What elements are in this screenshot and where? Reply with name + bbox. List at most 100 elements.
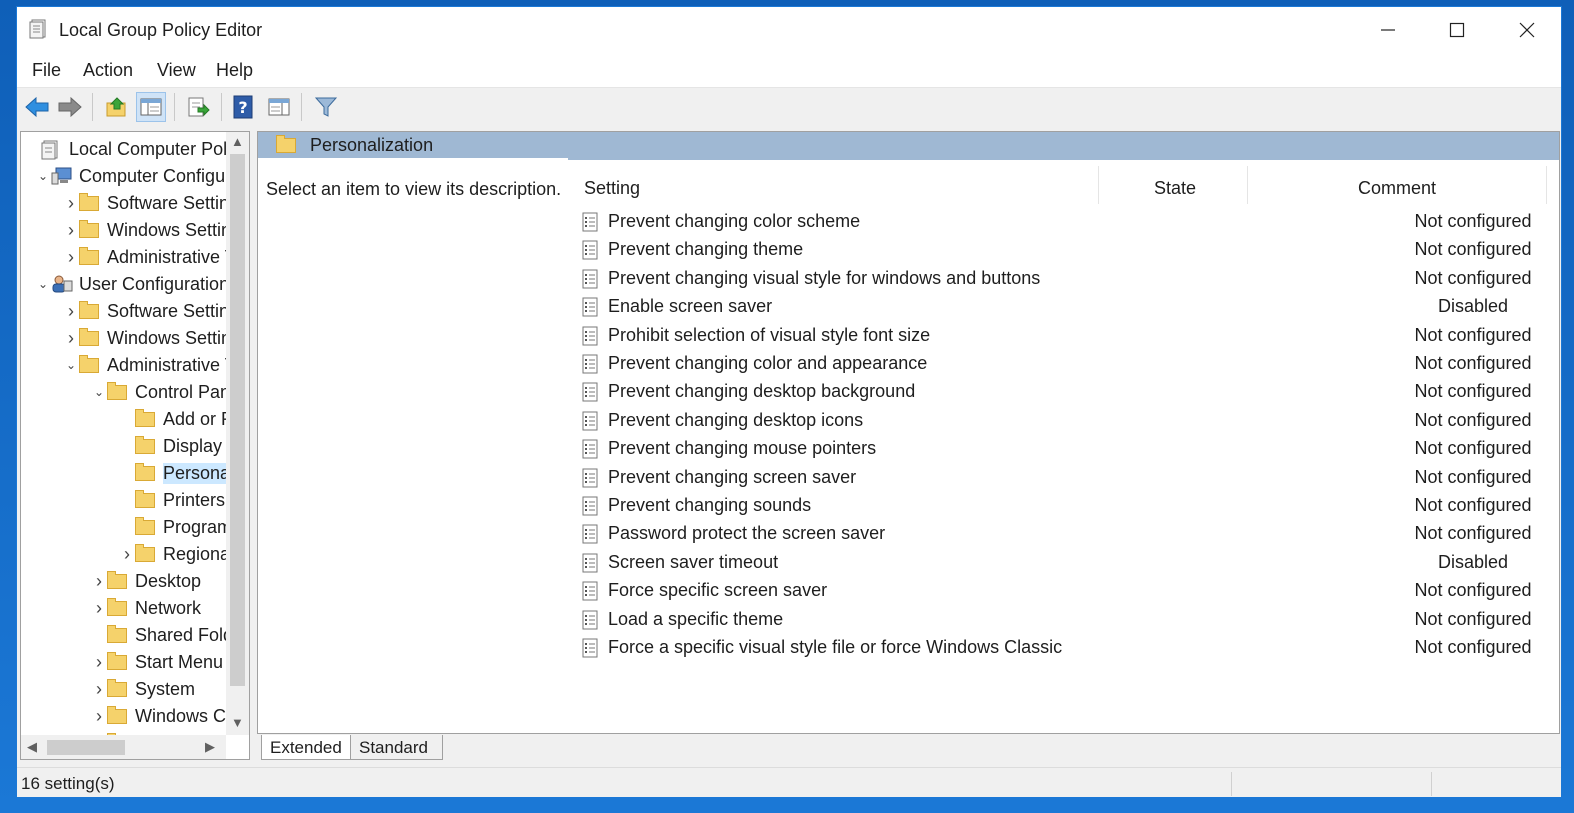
collapse-chevron-icon[interactable]: ⌄ [35, 169, 51, 183]
setting-row[interactable]: Force a specific visual style file or fo… [578, 634, 1538, 662]
tree-vertical-scrollbar[interactable]: ▲ ▼ [226, 132, 249, 735]
collapse-chevron-icon[interactable]: ⌄ [91, 385, 107, 399]
column-header-comment[interactable]: Comment [1358, 178, 1436, 199]
setting-state: Not configured [1414, 608, 1532, 629]
expand-chevron-icon[interactable]: › [91, 571, 107, 592]
scroll-left-icon[interactable]: ◀ [27, 739, 37, 755]
folder-icon [79, 301, 101, 320]
column-header-setting[interactable]: Setting [584, 178, 640, 199]
setting-row[interactable]: Prevent changing color and appearance Not… [578, 350, 1538, 378]
tree-node[interactable]: › Administrative Templates [63, 244, 226, 270]
tree-node[interactable]: ⌄ User Configuration [35, 271, 226, 297]
tab-standard[interactable]: Standard [351, 735, 443, 760]
menu-help[interactable]: Help [216, 60, 253, 81]
policy-doc-icon [29, 19, 46, 39]
tree-node[interactable]: › Windows Components [91, 703, 226, 729]
tree-node[interactable]: › Windows Settings [63, 217, 226, 243]
collapse-chevron-icon[interactable]: ⌄ [35, 277, 51, 291]
up-one-level-button[interactable] [102, 92, 132, 122]
filter-button[interactable] [311, 92, 341, 122]
setting-state: Not configured [1414, 381, 1532, 402]
close-button[interactable] [1492, 7, 1561, 53]
menu-view[interactable]: View [157, 60, 196, 81]
help-button[interactable]: ? [228, 92, 258, 122]
export-list-button[interactable] [183, 92, 213, 122]
expand-chevron-icon[interactable]: › [63, 328, 79, 349]
tree-node[interactable]: › Windows Settings [63, 325, 226, 351]
tree-node[interactable]: › Regional and Language Options [119, 541, 226, 567]
setting-row[interactable]: Prevent changing soundsNot configuredNo [578, 492, 1538, 520]
maximize-button[interactable] [1422, 7, 1492, 53]
tree-items: Local Computer Policy ⌄ Computer Configura… [21, 132, 226, 735]
tree-node[interactable]: Local Computer Policy [25, 136, 226, 162]
up-folder-icon [106, 97, 126, 117]
setting-row[interactable]: Prevent changing screen saver Not configu… [578, 464, 1538, 492]
scroll-up-icon[interactable]: ▲ [231, 134, 244, 149]
column-divider[interactable] [1247, 166, 1248, 204]
collapse-chevron-icon[interactable]: ⌄ [63, 358, 79, 372]
setting-row[interactable]: Prohibit selection of visual style font … [578, 322, 1538, 350]
setting-row[interactable]: Prevent changing desktop background Not c… [578, 378, 1538, 406]
svg-text:?: ? [238, 98, 247, 117]
tree-node[interactable]: › Network [91, 595, 201, 621]
setting-name: Screen saver timeout [608, 551, 779, 572]
column-divider[interactable] [1546, 166, 1547, 204]
expand-chevron-icon[interactable]: › [63, 220, 79, 241]
minimize-button[interactable] [1353, 7, 1423, 53]
back-button[interactable] [22, 92, 52, 122]
expand-chevron-icon[interactable]: › [63, 193, 79, 214]
show-hide-tree-button[interactable] [136, 92, 166, 122]
tree-node[interactable]: ⌄ Computer Configuration [35, 163, 226, 189]
setting-row[interactable]: Force specific screen saver Not configure… [578, 577, 1538, 605]
tree-node[interactable]: Printers [119, 487, 225, 513]
tree-node[interactable]: Programs [119, 514, 226, 540]
expand-chevron-icon[interactable]: › [91, 706, 107, 727]
expand-chevron-icon[interactable]: › [119, 544, 135, 565]
setting-row[interactable]: Prevent changing themeNot configuredNo [578, 236, 1538, 264]
tree-node[interactable]: › Software Settings [63, 190, 226, 216]
tree-node[interactable]: › Desktop [91, 568, 201, 594]
expand-chevron-icon[interactable]: › [91, 652, 107, 673]
menu-file[interactable]: File [32, 60, 61, 81]
tree-node[interactable]: › System [91, 676, 195, 702]
expand-chevron-icon[interactable]: › [91, 679, 107, 700]
expand-chevron-icon[interactable]: › [63, 301, 79, 322]
tree-node[interactable]: › Software Settings [63, 298, 226, 324]
expand-chevron-icon[interactable]: › [91, 598, 107, 619]
forward-button[interactable] [55, 92, 85, 122]
tree-node[interactable]: ⌄ Control Panel [91, 379, 226, 405]
setting-row[interactable]: Prevent changing desktop icons Not config… [578, 407, 1538, 435]
tree-vertical-thumb[interactable] [230, 154, 245, 686]
setting-row[interactable]: Prevent changing mouse pointers Not confi… [578, 435, 1538, 463]
setting-row[interactable]: Prevent changing visual style for window… [578, 265, 1538, 293]
setting-row[interactable]: Prevent changing color scheme Not configu… [578, 208, 1538, 236]
tree-node[interactable]: ⌄ Administrative Templates [63, 352, 226, 378]
console-tree[interactable]: Local Computer Policy ⌄ Computer Configura… [20, 131, 250, 760]
setting-name: Prevent changing sounds [608, 495, 812, 515]
setting-row[interactable]: Enable screen saverDisabledNo [578, 293, 1538, 321]
folder-icon [107, 382, 129, 401]
expand-chevron-icon[interactable]: › [63, 247, 79, 268]
tree-node[interactable]: Display [119, 433, 222, 459]
folder-icon [135, 490, 157, 509]
tree-node[interactable]: Add or Remove Programs [119, 406, 226, 432]
tree-node[interactable]: › Start Menu and Taskbar [91, 649, 226, 675]
scroll-right-icon[interactable]: ▶ [205, 739, 215, 755]
setting-row[interactable]: Password protect the screen saver Not con… [578, 520, 1538, 548]
scroll-down-icon[interactable]: ▼ [231, 715, 244, 730]
tree-node-label: Administrative Templates [107, 246, 226, 267]
tree-horizontal-scrollbar[interactable]: ◀ ▶ [21, 735, 226, 759]
setting-row[interactable]: Load a specific themeNot configuredNo [578, 606, 1538, 634]
setting-row[interactable]: Screen saver timeoutDisabledNo [578, 549, 1538, 577]
tree-horizontal-thumb[interactable] [47, 740, 125, 755]
menu-action[interactable]: Action [83, 60, 133, 81]
column-header-state[interactable]: State [1154, 178, 1196, 199]
tree-node[interactable]: Shared Folders [91, 622, 226, 648]
tree-node[interactable]: Personalization [119, 460, 226, 486]
folder-icon [135, 436, 157, 455]
tree-node-label: Administrative Templates [107, 354, 226, 375]
tab-extended[interactable]: Extended [261, 735, 351, 760]
setting-state: Not configured [1414, 438, 1532, 459]
column-divider[interactable] [1098, 166, 1099, 204]
properties-view-button[interactable] [264, 92, 294, 122]
